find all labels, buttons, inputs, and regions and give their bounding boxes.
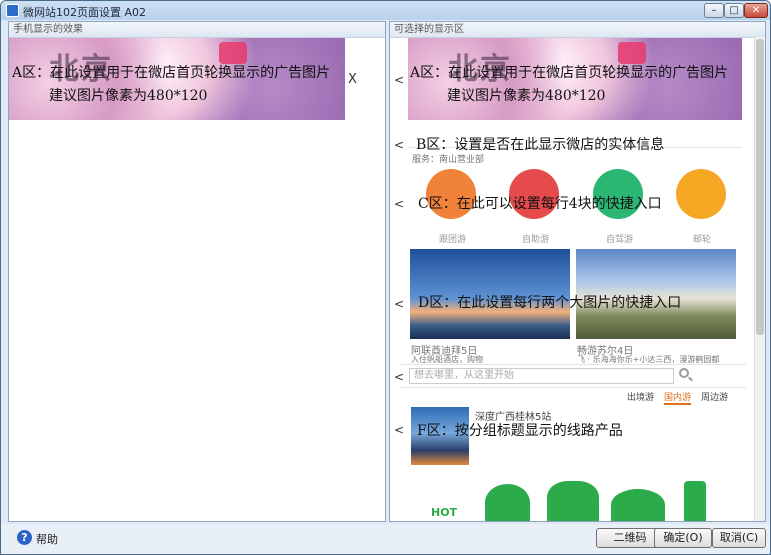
quick-entry-label-3: 自驾游 [606, 235, 634, 245]
cancel-button[interactable]: 取消(C) [712, 528, 766, 548]
add-zone-a-arrow[interactable]: < [394, 73, 404, 87]
help-icon[interactable]: ? [17, 530, 32, 545]
banner-tag [219, 42, 247, 64]
minimize-button[interactable]: – [704, 3, 724, 18]
statue-art [684, 481, 706, 521]
search-icon[interactable] [679, 368, 689, 378]
window-title: 微网站102页面设置 A02 [23, 6, 147, 19]
ok-button[interactable]: 确定(O) [654, 528, 712, 548]
tab-outbound[interactable]: 出境游 [627, 390, 654, 403]
phone-preview-header: 手机显示的效果 [9, 22, 385, 38]
add-zone-e-arrow[interactable]: < [394, 370, 404, 384]
zone-f-label: F区：按分组标题显示的线路产品 [417, 423, 623, 439]
available-zones-header: 可选择的显示区 [390, 22, 765, 38]
app-icon [6, 4, 19, 17]
search-input[interactable]: 想去哪里，从这里开始 [409, 368, 674, 384]
banner-tag-right [618, 42, 646, 64]
title-bar[interactable]: 微网站102页面设置 A02 – □ ✕ [1, 1, 770, 20]
scrollbar-thumb[interactable] [756, 39, 764, 335]
zone-e-top-divider [401, 364, 746, 365]
add-zone-f-arrow[interactable]: < [394, 423, 404, 437]
tab-nearby[interactable]: 周边游 [701, 390, 728, 403]
dialog-window: 微网站102页面设置 A02 – □ ✕ 手机显示的效果 北京 A区：在此设置用… [0, 0, 771, 555]
close-button[interactable]: ✕ [744, 3, 768, 18]
help-link[interactable]: 帮助 [36, 531, 58, 547]
bauhinia-art [485, 484, 530, 521]
right-zone-a-line1: A区：在此设置用于在微店首页轮换显示的广告图片 [410, 65, 729, 81]
add-zone-b-arrow[interactable]: < [394, 138, 404, 152]
tab-domestic[interactable]: 国内游 [664, 390, 692, 405]
zone-b-label: B区：设置是否在此显示微店的实体信息 [416, 137, 665, 153]
remove-zone-button[interactable]: X [348, 72, 357, 87]
quick-entry-label-2: 自助游 [522, 235, 550, 245]
hot-label: HOT [431, 506, 458, 519]
elephant-art [547, 481, 599, 521]
cruise-icon [676, 169, 726, 219]
add-zone-d-arrow[interactable]: < [394, 297, 404, 311]
fan-art [611, 489, 665, 521]
zone-e-bottom-divider [401, 387, 746, 388]
bottom-bar: ? 帮助 二维码 确定(O) 取消(C) [1, 524, 770, 554]
left-zone-a-line1: A区：在此设置用于在微店首页轮换显示的广告图片 [12, 65, 331, 81]
right-zone-a-line2: 建议图片像素为480*120 [447, 88, 606, 104]
add-zone-c-arrow[interactable]: < [394, 197, 404, 211]
left-zone-a-line2: 建议图片像素为480*120 [49, 88, 208, 104]
quick-entry-label-4: 邮轮 [693, 235, 712, 245]
quick-entry-label-1: 跟团游 [439, 235, 467, 245]
zone-c-label: C区：在此可以设置每行4块的快捷入口 [418, 196, 662, 212]
maximize-button[interactable]: □ [724, 3, 744, 18]
right-panel-scrollbar[interactable] [754, 37, 765, 521]
zone-b-sub: 服务：南山营业部 [412, 155, 485, 165]
zone-d-label: D区：在此设置每行两个大图片的快捷入口 [418, 295, 682, 311]
